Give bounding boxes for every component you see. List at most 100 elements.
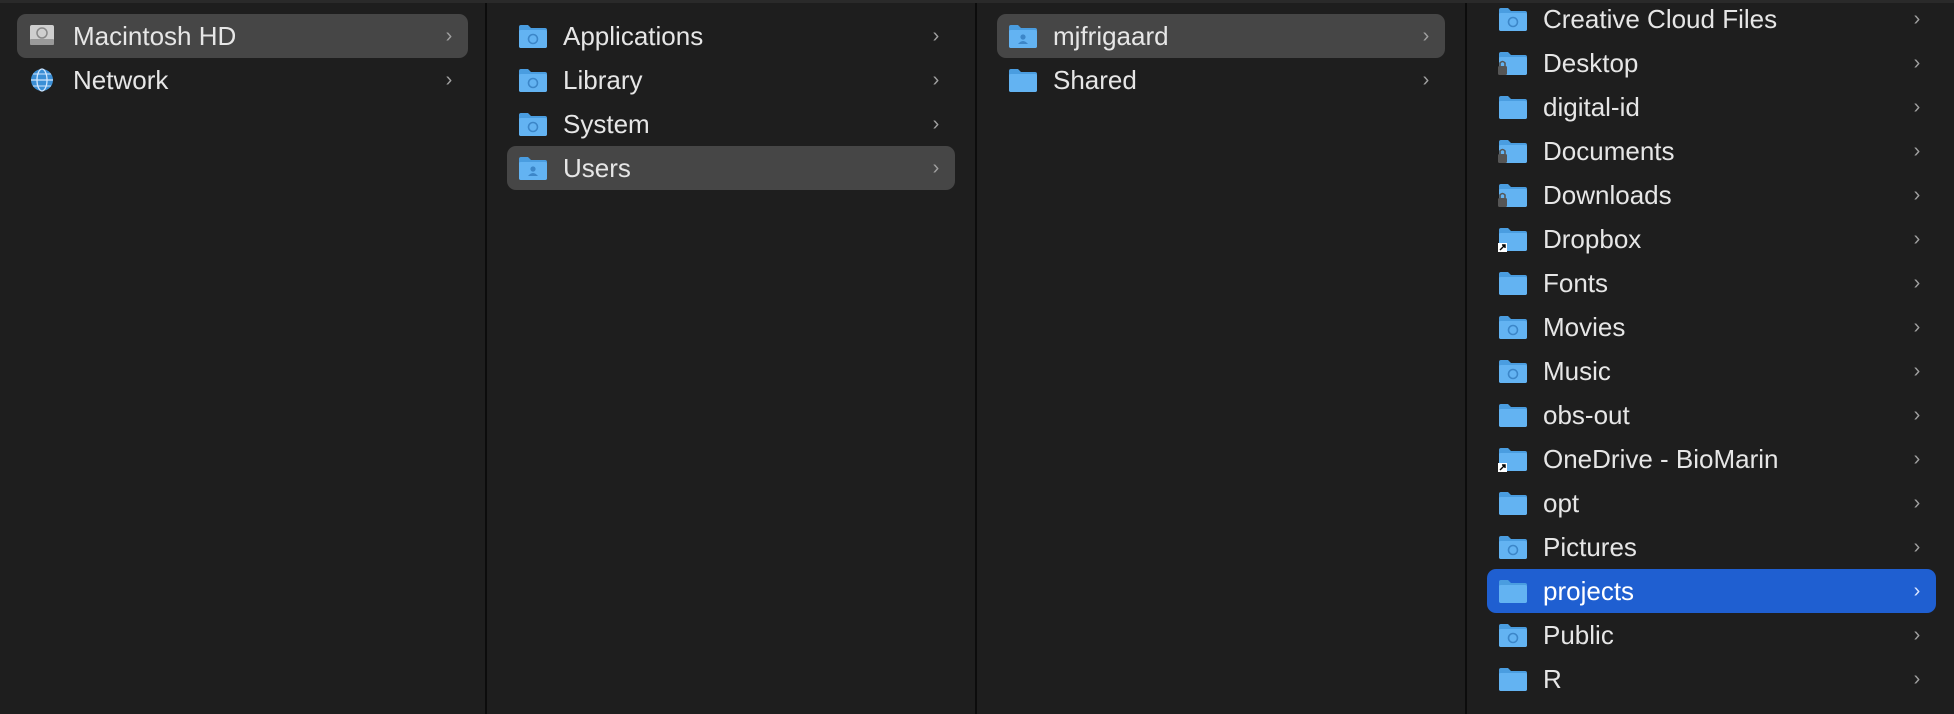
item-label: Music	[1543, 355, 1611, 386]
creative-cloud-folder-icon	[1498, 6, 1528, 32]
list-item-public[interactable]: Public ›	[1487, 613, 1936, 657]
item-label: Shared	[1053, 64, 1137, 95]
folder-icon	[1498, 578, 1528, 604]
chevron-right-icon: ›	[445, 24, 453, 47]
list-item-system[interactable]: System ›	[507, 102, 955, 146]
music-folder-icon	[1498, 358, 1528, 384]
list-item-opt[interactable]: opt ›	[1487, 481, 1936, 525]
list-item-fonts[interactable]: Fonts ›	[1487, 261, 1936, 305]
item-label: R	[1543, 663, 1562, 694]
list-item-users[interactable]: Users ›	[507, 146, 955, 190]
list-item-movies[interactable]: Movies ›	[1487, 305, 1936, 349]
item-label: Creative Cloud Files	[1543, 3, 1778, 34]
chevron-right-icon: ›	[1913, 447, 1921, 470]
item-label: Dropbox	[1543, 223, 1642, 254]
list-item-pictures[interactable]: Pictures ›	[1487, 525, 1936, 569]
item-label: mjfrigaard	[1053, 20, 1169, 51]
downloads-folder-icon	[1498, 182, 1528, 208]
users-folder-icon	[518, 155, 548, 181]
item-label: Pictures	[1543, 531, 1637, 562]
list-item-network[interactable]: Network ›	[17, 58, 468, 102]
list-item-r[interactable]: R ›	[1487, 657, 1936, 701]
chevron-right-icon: ›	[1913, 139, 1921, 162]
column-3[interactable]: mjfrigaard › Shared ›	[977, 3, 1467, 714]
list-item-creative-cloud-files[interactable]: Creative Cloud Files ›	[1487, 3, 1936, 41]
list-item-music[interactable]: Music ›	[1487, 349, 1936, 393]
hard-drive-icon	[28, 23, 58, 49]
folder-icon	[1498, 402, 1528, 428]
list-item-onedrive-biomarin[interactable]: OneDrive - BioMarin ›	[1487, 437, 1936, 481]
chevron-right-icon: ›	[1913, 667, 1921, 690]
folder-icon	[1498, 94, 1528, 120]
column-3-list: mjfrigaard › Shared ›	[977, 14, 1465, 102]
item-label: digital-id	[1543, 91, 1640, 122]
list-item-macintosh-hd[interactable]: Macintosh HD ›	[17, 14, 468, 58]
movies-folder-icon	[1498, 314, 1528, 340]
item-label: Applications	[563, 20, 704, 51]
chevron-right-icon: ›	[1422, 24, 1430, 47]
item-label: Users	[563, 152, 631, 183]
network-globe-icon	[28, 67, 58, 93]
item-label: Network	[73, 64, 169, 95]
item-label: Macintosh HD	[73, 20, 237, 51]
chevron-right-icon: ›	[1913, 315, 1921, 338]
chevron-right-icon: ›	[1913, 623, 1921, 646]
documents-folder-icon	[1498, 138, 1528, 164]
list-item-documents[interactable]: Documents ›	[1487, 129, 1936, 173]
applications-folder-icon	[518, 23, 548, 49]
list-item-library[interactable]: Library ›	[507, 58, 955, 102]
folder-icon	[1498, 666, 1528, 692]
list-item-shared[interactable]: Shared ›	[997, 58, 1445, 102]
desktop-folder-icon	[1498, 50, 1528, 76]
finder-column-browser: Macintosh HD › Network › Applications › Libra…	[0, 0, 1954, 714]
folder-icon	[1008, 67, 1038, 93]
column-4-list: Creative Cloud Files › Desktop › digital-id ›…	[1467, 3, 1954, 701]
chevron-right-icon: ›	[1422, 68, 1430, 91]
list-item-projects[interactable]: projects ›	[1487, 569, 1936, 613]
list-item-obs-out[interactable]: obs-out ›	[1487, 393, 1936, 437]
item-label: Desktop	[1543, 47, 1639, 78]
public-folder-icon	[1498, 622, 1528, 648]
chevron-right-icon: ›	[445, 68, 453, 91]
chevron-right-icon: ›	[1913, 359, 1921, 382]
alias-folder-icon	[1498, 226, 1528, 252]
chevron-right-icon: ›	[1913, 271, 1921, 294]
column-2-list: Applications › Library › System › Users ›	[487, 14, 975, 190]
system-folder-icon	[518, 111, 548, 137]
home-folder-icon	[1008, 23, 1038, 49]
item-label: obs-out	[1543, 399, 1630, 430]
chevron-right-icon: ›	[1913, 403, 1921, 426]
chevron-right-icon: ›	[1913, 183, 1921, 206]
pictures-folder-icon	[1498, 534, 1528, 560]
chevron-right-icon: ›	[932, 156, 940, 179]
chevron-right-icon: ›	[1913, 535, 1921, 558]
chevron-right-icon: ›	[932, 24, 940, 47]
item-label: Public	[1543, 619, 1614, 650]
list-item-applications[interactable]: Applications ›	[507, 14, 955, 58]
list-item-digital-id[interactable]: digital-id ›	[1487, 85, 1936, 129]
item-label: Fonts	[1543, 267, 1609, 298]
item-label: Library	[563, 64, 643, 95]
chevron-right-icon: ›	[1913, 95, 1921, 118]
item-label: System	[563, 108, 650, 139]
item-label: projects	[1543, 575, 1635, 606]
item-label: opt	[1543, 487, 1580, 518]
alias-folder-icon	[1498, 446, 1528, 472]
chevron-right-icon: ›	[932, 112, 940, 135]
chevron-right-icon: ›	[1913, 227, 1921, 250]
item-label: Documents	[1543, 135, 1675, 166]
item-label: Downloads	[1543, 179, 1672, 210]
folder-icon	[1498, 270, 1528, 296]
item-label: OneDrive - BioMarin	[1543, 443, 1779, 474]
column-2[interactable]: Applications › Library › System › Users ›	[487, 3, 977, 714]
chevron-right-icon: ›	[1913, 491, 1921, 514]
column-4[interactable]: Creative Cloud Files › Desktop › digital-id ›…	[1467, 3, 1954, 714]
column-1[interactable]: Macintosh HD › Network ›	[0, 3, 487, 714]
column-1-list: Macintosh HD › Network ›	[0, 14, 485, 102]
chevron-right-icon: ›	[1913, 7, 1921, 30]
list-item-downloads[interactable]: Downloads ›	[1487, 173, 1936, 217]
list-item-mjfrigaard[interactable]: mjfrigaard ›	[997, 14, 1445, 58]
chevron-right-icon: ›	[1913, 579, 1921, 602]
list-item-desktop[interactable]: Desktop ›	[1487, 41, 1936, 85]
list-item-dropbox[interactable]: Dropbox ›	[1487, 217, 1936, 261]
